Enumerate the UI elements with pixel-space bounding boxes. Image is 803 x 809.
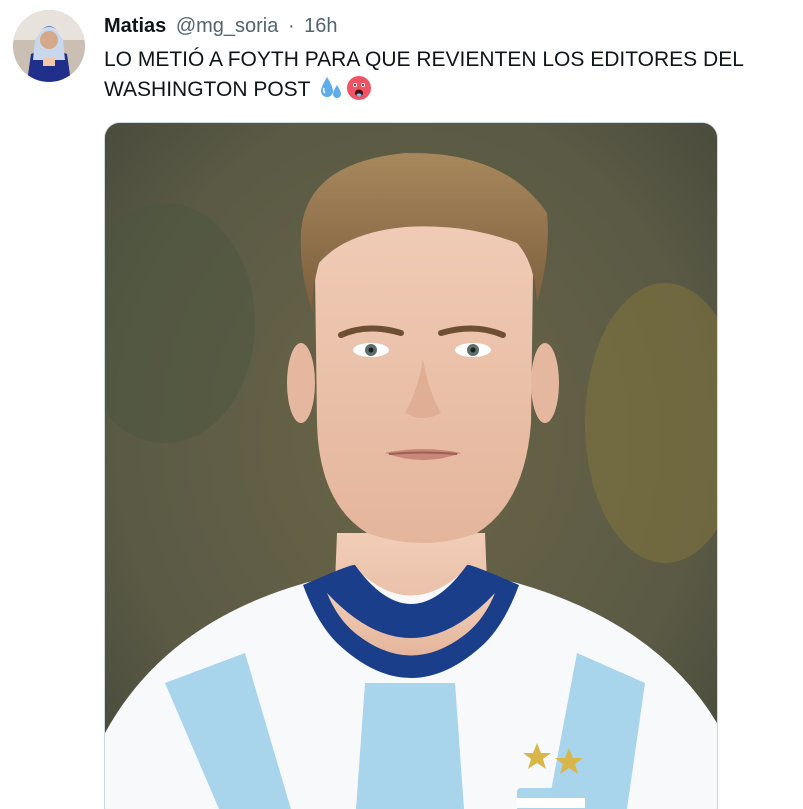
- sweat-droplets-icon: [318, 75, 344, 101]
- tweet-text-line-2: WASHINGTON POST: [104, 78, 311, 101]
- tweet-header: Matias @mg_soria · 16h: [104, 13, 338, 39]
- tweet-text-line-2-wrapper: WASHINGTON POST: [104, 75, 784, 105]
- tweet-text-line-1: LO METIÓ A FOYTH PARA QUE REVIENTEN LOS …: [104, 48, 744, 71]
- avatar[interactable]: [13, 10, 85, 82]
- hot-face-icon: [346, 75, 372, 101]
- display-name[interactable]: Matias: [104, 15, 166, 37]
- separator-dot: ·: [287, 15, 295, 37]
- user-handle[interactable]: @mg_soria: [176, 15, 279, 37]
- tweet-text: LO METIÓ A FOYTH PARA QUE REVIENTEN LOS …: [104, 45, 784, 105]
- timestamp[interactable]: 16h: [304, 15, 337, 37]
- tweet[interactable]: Matias @mg_soria · 16h LO METIÓ A FOYTH …: [0, 0, 803, 809]
- tweet-photo[interactable]: [104, 122, 718, 809]
